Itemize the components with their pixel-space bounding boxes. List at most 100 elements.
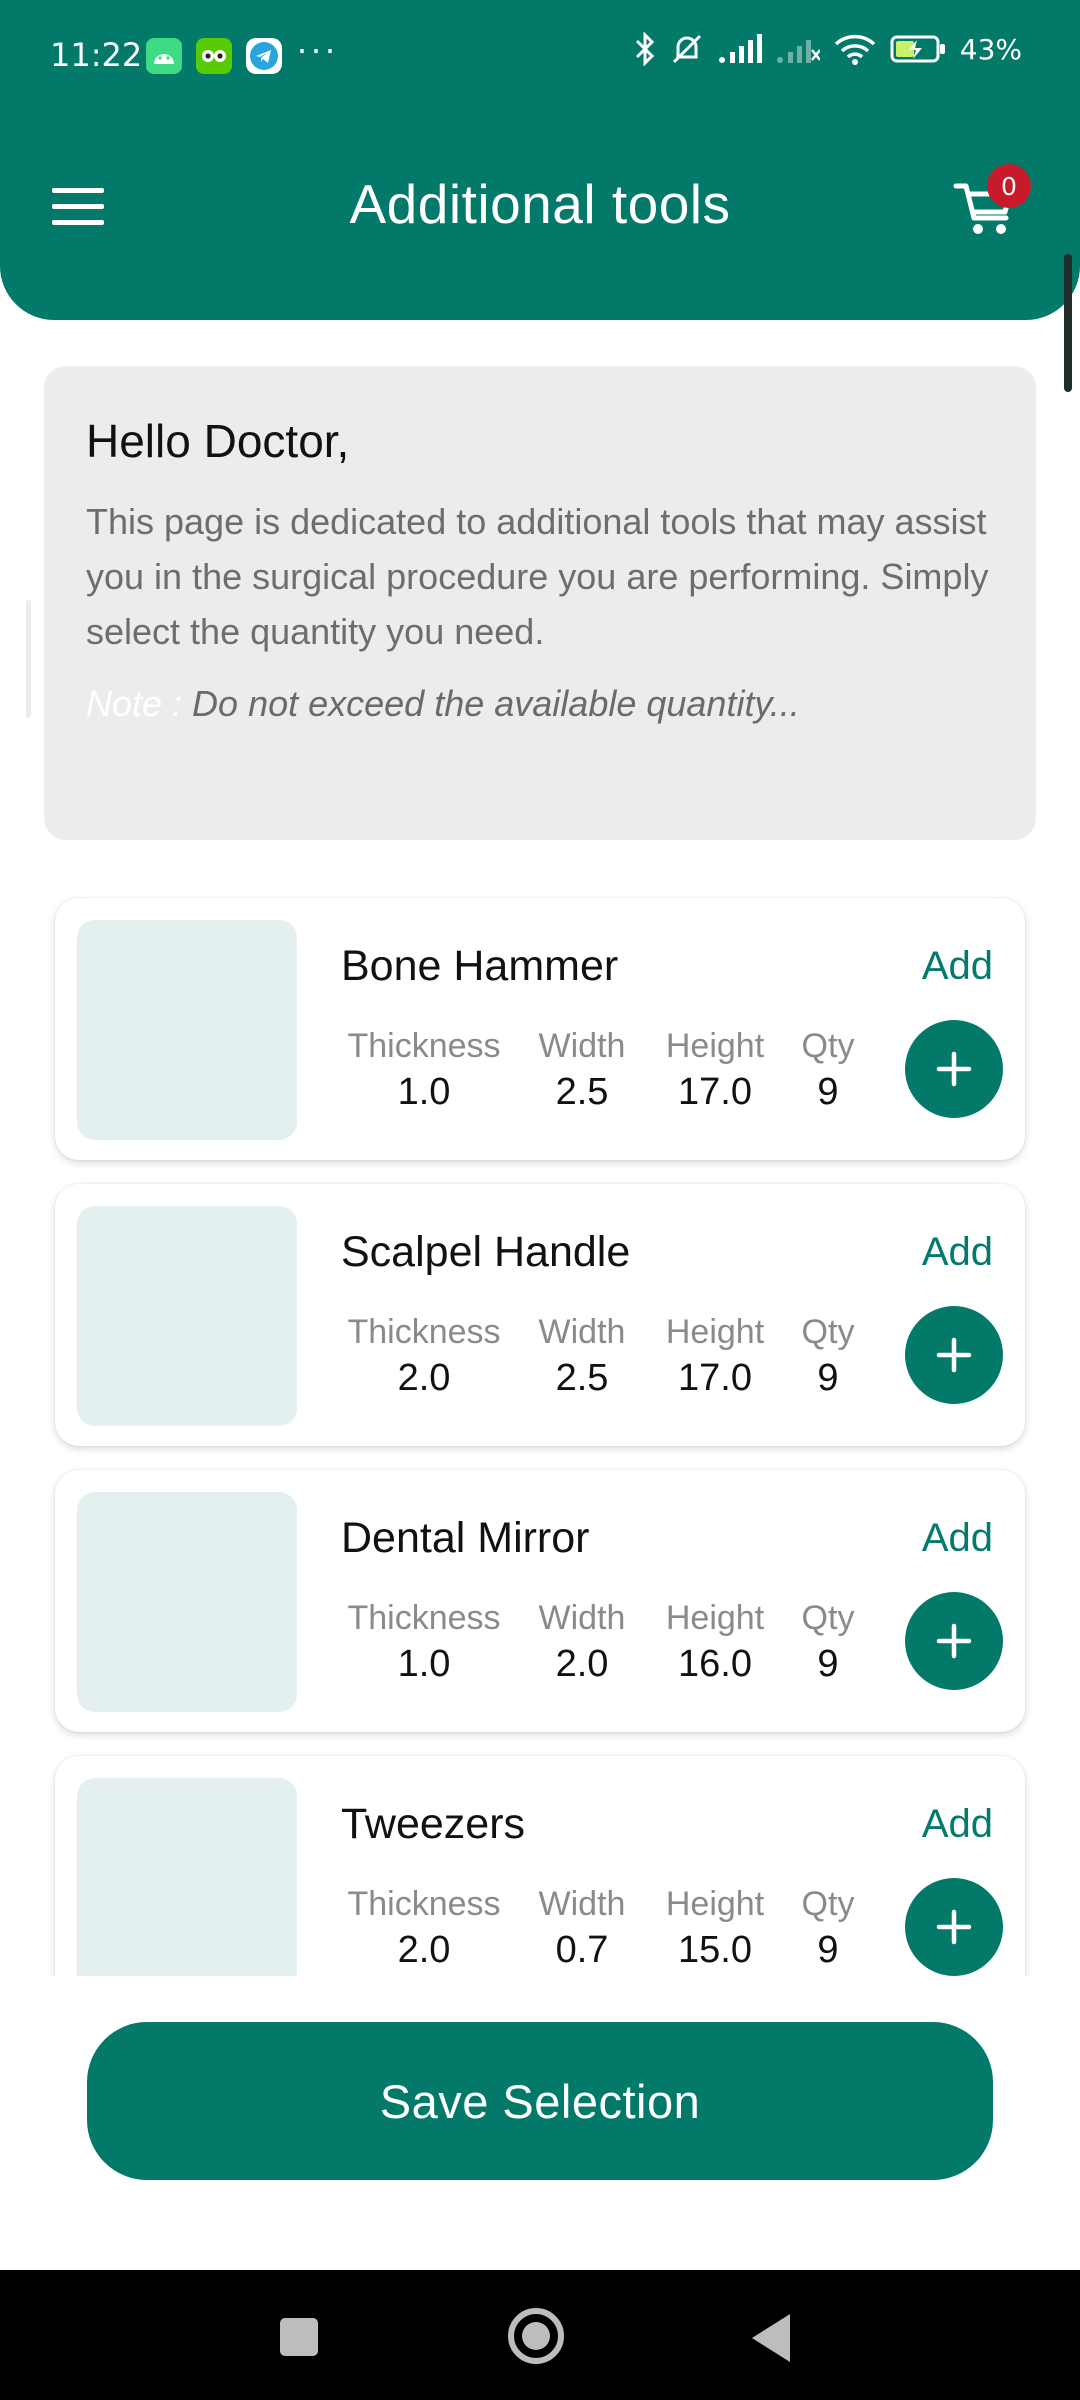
add-tool-button[interactable] (905, 1592, 1003, 1690)
spec-label: Width (538, 1027, 626, 1065)
spec-value: 9 (817, 1929, 839, 1971)
status-time: 11:22 (50, 36, 143, 74)
save-selection-button[interactable]: Save Selection (87, 2022, 993, 2180)
spec-thickness: Thickness 2.0 (341, 1884, 507, 1976)
tool-card: Bone Hammer Add Thickness 1.0 Width 2.5 He… (55, 898, 1025, 1160)
tool-image (77, 1778, 297, 1976)
tool-image (77, 1492, 297, 1712)
spec-label: Thickness (347, 1885, 501, 1923)
battery-percentage: 43% (959, 32, 1022, 66)
status-app-icons (146, 38, 282, 74)
page-title: Additional tools (349, 173, 731, 235)
signal-icon (718, 34, 762, 63)
back-icon[interactable] (752, 2314, 790, 2362)
add-tool-button[interactable] (905, 1020, 1003, 1118)
scrollbar[interactable] (1064, 254, 1072, 392)
spec-label: Qty (801, 1027, 855, 1065)
telegram-app-icon (246, 38, 282, 74)
spec-value: 0.7 (555, 1929, 609, 1971)
spec-qty: Qty 9 (797, 1026, 859, 1118)
spec-value: 15.0 (678, 1929, 752, 1971)
edge-indicator (26, 600, 31, 718)
spec-thickness: Thickness 2.0 (341, 1312, 507, 1404)
spec-qty: Qty 9 (797, 1312, 859, 1404)
spec-value: 17.0 (678, 1071, 752, 1113)
tool-card: Tweezers Add Thickness 2.0 Width 0.7 Heigh… (55, 1756, 1025, 1976)
home-icon[interactable] (508, 2308, 564, 2364)
tool-card: Dental Mirror Add Thickness 1.0 Width 2.0 … (55, 1470, 1025, 1732)
spec-height: Height 17.0 (657, 1312, 773, 1404)
recent-apps-icon[interactable] (280, 2318, 318, 2356)
add-label[interactable]: Add (922, 1802, 993, 1847)
tool-image (77, 920, 297, 1140)
android-app-icon (146, 38, 182, 74)
note-label: Note : (86, 683, 183, 724)
battery-charging-icon (890, 35, 945, 63)
spec-value: 2.0 (397, 1929, 451, 1971)
add-label[interactable]: Add (922, 1516, 993, 1561)
tool-name: Tweezers (341, 1800, 526, 1848)
system-navigation-bar (0, 2270, 1080, 2400)
tool-name: Dental Mirror (341, 1514, 590, 1562)
app-header: 11:22 ··· 43% Additional tools 0 (0, 0, 1080, 320)
plus-icon (936, 1909, 972, 1945)
spec-qty: Qty 9 (797, 1884, 859, 1976)
spec-value: 1.0 (397, 1071, 451, 1113)
tools-list[interactable]: Bone Hammer Add Thickness 1.0 Width 2.5 He… (0, 880, 1080, 1976)
wifi-icon (834, 34, 875, 65)
spec-value: 2.0 (555, 1643, 609, 1685)
spec-width: Width 0.7 (529, 1884, 635, 1976)
bluetooth-icon (635, 32, 654, 66)
spec-width: Width 2.5 (529, 1026, 635, 1118)
status-more-icon: ··· (296, 28, 338, 69)
tool-image (77, 1206, 297, 1426)
spec-label: Thickness (347, 1313, 501, 1351)
plus-icon (936, 1337, 972, 1373)
add-label[interactable]: Add (922, 1230, 993, 1275)
signal-weak-icon (776, 40, 820, 63)
spec-label: Height (665, 1027, 765, 1065)
spec-height: Height 15.0 (657, 1884, 773, 1976)
spec-width: Width 2.5 (529, 1312, 635, 1404)
spec-label: Width (538, 1599, 626, 1637)
spec-thickness: Thickness 1.0 (341, 1598, 507, 1690)
spec-label: Thickness (347, 1027, 501, 1065)
spec-label: Height (665, 1599, 765, 1637)
plus-icon (936, 1051, 972, 1087)
spec-height: Height 17.0 (657, 1026, 773, 1118)
spec-value: 9 (817, 1071, 839, 1113)
spec-value: 9 (817, 1643, 839, 1685)
spec-label: Qty (801, 1599, 855, 1637)
spec-value: 2.0 (397, 1357, 451, 1399)
status-bar: 11:22 ··· 43% (0, 0, 1080, 112)
spec-label: Thickness (347, 1599, 501, 1637)
spec-thickness: Thickness 1.0 (341, 1026, 507, 1118)
spec-value: 2.5 (555, 1357, 609, 1399)
add-tool-button[interactable] (905, 1878, 1003, 1976)
spec-height: Height 16.0 (657, 1598, 773, 1690)
spec-label: Height (665, 1885, 765, 1923)
intro-greeting: Hello Doctor, (86, 415, 350, 467)
intro-description: This page is dedicated to additional too… (86, 501, 989, 652)
status-system-icons: 43% (634, 32, 1022, 66)
cart-count-badge: 0 (987, 164, 1031, 208)
spec-label: Qty (801, 1313, 855, 1351)
tool-card: Scalpel Handle Add Thickness 2.0 Width 2.5… (55, 1184, 1025, 1446)
spec-label: Qty (801, 1885, 855, 1923)
add-label[interactable]: Add (922, 944, 993, 989)
spec-label: Width (538, 1313, 626, 1351)
spec-qty: Qty 9 (797, 1598, 859, 1690)
silent-icon (672, 34, 701, 64)
note-text: Do not exceed the available quantity... (182, 683, 800, 724)
duolingo-app-icon (196, 38, 232, 74)
spec-width: Width 2.0 (529, 1598, 635, 1690)
spec-value: 1.0 (397, 1643, 451, 1685)
spec-value: 16.0 (678, 1643, 752, 1685)
tool-name: Bone Hammer (341, 942, 619, 990)
add-tool-button[interactable] (905, 1306, 1003, 1404)
spec-value: 17.0 (678, 1357, 752, 1399)
spec-value: 9 (817, 1357, 839, 1399)
plus-icon (936, 1623, 972, 1659)
intro-card: Hello Doctor, This page is dedicated to … (44, 366, 1036, 840)
tool-name: Scalpel Handle (341, 1228, 631, 1276)
